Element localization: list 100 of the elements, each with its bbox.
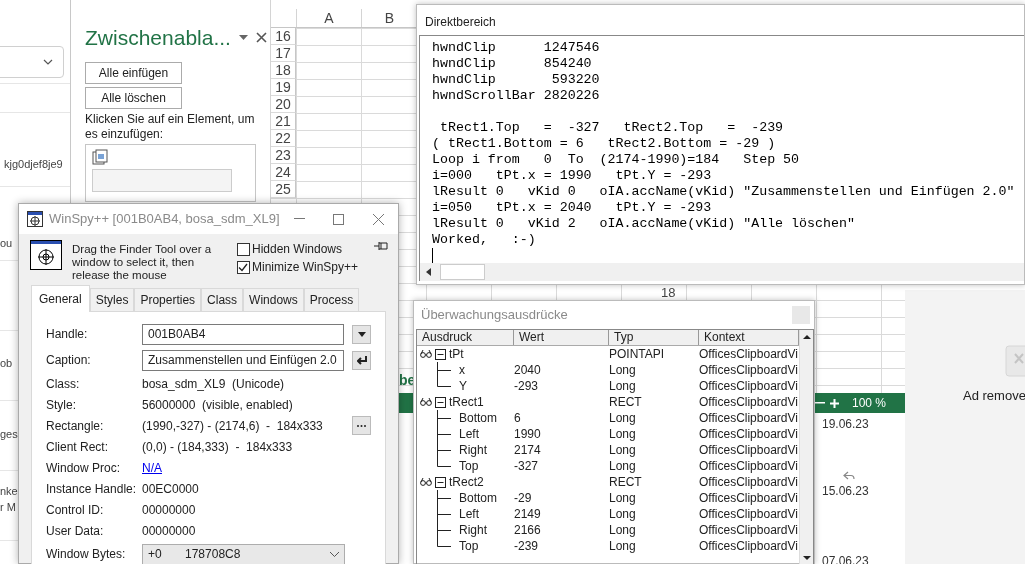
pane-button[interactable]: Alle löschen bbox=[85, 86, 182, 109]
scroll-thumb[interactable] bbox=[440, 264, 485, 280]
collapse-icon[interactable] bbox=[435, 396, 446, 408]
context-cell-text: OfficesClipboardVi bbox=[699, 346, 799, 363]
field-label: Handle: bbox=[46, 326, 89, 343]
checkbox[interactable] bbox=[236, 260, 250, 274]
window-title: WinSpy++ [001B0AB4, bosa_sdm_XL9] bbox=[49, 210, 280, 229]
expression-name[interactable]: x bbox=[459, 361, 465, 379]
column-header[interactable]: Kontext bbox=[699, 330, 799, 345]
instruction-text: Drag the Finder Tool over a window to select it, then release the mouse bbox=[72, 243, 213, 283]
row-header[interactable]: 18 bbox=[271, 62, 296, 79]
type-cell-text: POINTAPI bbox=[609, 346, 666, 363]
context-cell-text: OfficesClipboardVi bbox=[699, 426, 799, 443]
field-value: 00EC0000 bbox=[142, 480, 200, 498]
field-value: 00000000 bbox=[142, 501, 197, 519]
minimize-icon[interactable] bbox=[293, 218, 305, 220]
column-header[interactable]: A bbox=[296, 9, 361, 27]
value-cell-text: 2174 bbox=[514, 442, 542, 459]
context-cell-text: OfficesClipboardVi bbox=[699, 458, 799, 475]
field-label: Class: bbox=[46, 375, 81, 393]
value-cell-text: -293 bbox=[514, 378, 540, 395]
field-label: Control ID: bbox=[46, 501, 105, 519]
checkbox[interactable] bbox=[236, 242, 250, 256]
row-header[interactable]: 23 bbox=[271, 147, 296, 164]
close-button[interactable] bbox=[255, 32, 267, 44]
tree-line bbox=[437, 490, 451, 506]
expression-name[interactable]: Top bbox=[459, 537, 479, 555]
status-bar bbox=[399, 393, 413, 413]
expression-name[interactable]: Left bbox=[459, 505, 479, 523]
row-header[interactable]: 17 bbox=[271, 45, 296, 62]
type-cell-text: RECT bbox=[609, 474, 643, 491]
close-icon[interactable] bbox=[372, 213, 384, 225]
tab[interactable]: Properties bbox=[134, 288, 202, 311]
expression-name[interactable]: tRect2 bbox=[449, 473, 484, 491]
text-field[interactable]: Zusammenstellen und Einfügen 2.0 bbox=[142, 349, 345, 371]
field-label: Rectangle: bbox=[46, 417, 105, 435]
glasses-icon bbox=[420, 350, 432, 358]
field-label: Caption: bbox=[46, 352, 92, 369]
column-header[interactable]: Wert bbox=[514, 330, 609, 345]
field-label: Style: bbox=[46, 396, 77, 414]
chevron-down-icon bbox=[330, 551, 339, 557]
expression-name[interactable]: Right bbox=[459, 521, 487, 539]
expression-name[interactable]: Bottom bbox=[459, 409, 497, 427]
expression-name[interactable]: Y bbox=[459, 377, 467, 395]
tab[interactable]: Process bbox=[303, 288, 360, 311]
ellipsis-icon bbox=[357, 424, 367, 427]
field-label: Window Proc: bbox=[46, 459, 122, 477]
horizontal-scrollbar[interactable] bbox=[419, 263, 1024, 281]
more-button[interactable] bbox=[352, 416, 371, 435]
value-cell-text: 2040 bbox=[514, 362, 542, 379]
field-value: (0,0) - (184,333) - 184x333 bbox=[142, 438, 294, 456]
column-header[interactable]: Ausdruck bbox=[417, 330, 514, 345]
type-cell-text: Long bbox=[609, 362, 637, 379]
finder-tool-icon[interactable] bbox=[30, 240, 62, 270]
type-cell-text: Long bbox=[609, 410, 637, 427]
checkbox-label: Hidden Windows bbox=[251, 241, 342, 258]
expression-name[interactable]: tRect1 bbox=[449, 393, 484, 411]
tree-line bbox=[437, 410, 451, 426]
row-header[interactable]: 25 bbox=[271, 181, 296, 198]
context-cell-text: OfficesClipboardVi bbox=[699, 378, 799, 395]
code-line: hwndClip 593220 bbox=[432, 72, 601, 88]
row-header[interactable]: 20 bbox=[271, 96, 296, 113]
expression-name[interactable]: Top bbox=[459, 457, 479, 475]
message-text: ges bbox=[0, 427, 18, 442]
row-header[interactable]: 21 bbox=[271, 113, 296, 130]
column-header[interactable]: Typ bbox=[609, 330, 699, 345]
tab[interactable]: Styles bbox=[89, 288, 135, 311]
dropdown-field[interactable]: +0 178708C8 bbox=[142, 543, 345, 564]
tab[interactable]: Windows bbox=[243, 288, 304, 311]
expression-name[interactable]: Left bbox=[459, 425, 479, 443]
pane-button[interactable]: Alle einfügen bbox=[85, 61, 182, 84]
field-value: 00000000 bbox=[142, 522, 197, 540]
enter-arrow-icon bbox=[356, 355, 367, 365]
maximize-icon[interactable] bbox=[333, 213, 345, 225]
collapse-icon[interactable] bbox=[435, 476, 446, 488]
column-header[interactable]: 18 bbox=[661, 286, 676, 299]
row-header[interactable]: 19 bbox=[271, 79, 296, 96]
glasses-icon bbox=[420, 398, 432, 406]
pane-options-button[interactable] bbox=[238, 35, 248, 41]
tab[interactable]: Class bbox=[201, 288, 244, 311]
text-field[interactable]: 001B0AB4 bbox=[142, 323, 345, 345]
pin-icon[interactable] bbox=[374, 241, 388, 251]
scroll-left-icon[interactable] bbox=[425, 268, 431, 276]
dropdown-field[interactable] bbox=[0, 46, 64, 78]
tab[interactable]: General bbox=[31, 285, 90, 312]
vertical-scrollbar[interactable] bbox=[799, 330, 813, 564]
expression-name[interactable]: tPt bbox=[449, 345, 464, 363]
dropdown-button[interactable] bbox=[352, 324, 371, 344]
type-cell-text: Long bbox=[609, 490, 637, 507]
apply-button[interactable] bbox=[352, 350, 371, 370]
clipboard-item[interactable] bbox=[85, 143, 256, 202]
row-header[interactable]: 22 bbox=[271, 130, 296, 147]
expression-name[interactable]: Bottom bbox=[459, 489, 497, 507]
message-text: r M bbox=[0, 500, 16, 515]
context-cell-text: OfficesClipboardVi bbox=[699, 490, 799, 507]
row-header[interactable]: 16 bbox=[271, 28, 296, 45]
expression-name[interactable]: Right bbox=[459, 441, 487, 459]
link[interactable]: N/A bbox=[142, 458, 162, 477]
row-header[interactable]: 24 bbox=[271, 164, 296, 181]
collapse-icon[interactable] bbox=[435, 348, 446, 360]
